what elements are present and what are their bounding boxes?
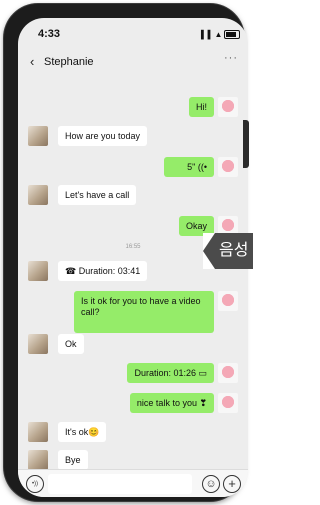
message-bubble-received[interactable]: How are you today [58, 126, 148, 146]
chat-header: ‹ Stephanie ··· [18, 52, 248, 74]
message-bubble-received[interactable]: It's ok😊 [58, 422, 107, 442]
my-avatar[interactable] [218, 157, 238, 177]
message-bubble-sent[interactable]: Hi! [189, 97, 214, 117]
back-icon[interactable]: ‹ [30, 54, 34, 69]
video-call-record-bubble[interactable]: Duration: 01:26 ▭ [127, 363, 214, 383]
message-bubble-received[interactable]: Ok [58, 334, 84, 354]
contact-avatar[interactable] [28, 185, 48, 205]
battery-icon [224, 30, 240, 39]
annotation-callout: 음성 [203, 233, 253, 269]
my-avatar[interactable] [218, 393, 238, 413]
contact-avatar[interactable] [28, 126, 48, 146]
contact-avatar[interactable] [28, 334, 48, 354]
message-bubble-received[interactable]: Let's have a call [58, 185, 137, 205]
my-avatar[interactable] [218, 291, 238, 311]
contact-avatar[interactable] [28, 422, 48, 442]
emoji-icon[interactable]: ☺ [202, 475, 220, 493]
side-button [243, 120, 249, 168]
call-record-bubble[interactable]: ☎ Duration: 03:41 [58, 261, 148, 281]
signal-wifi-icon: ▐▐ ▲ [198, 30, 224, 39]
my-avatar[interactable] [218, 97, 238, 117]
my-avatar[interactable] [218, 363, 238, 383]
input-bar: •)) ☺ + [18, 469, 248, 497]
contact-name: Stephanie [44, 56, 94, 68]
voice-input-icon[interactable]: •)) [26, 475, 44, 493]
more-options-icon[interactable]: ··· [224, 52, 238, 64]
message-bubble-sent[interactable]: Is it ok for you to have a video call? [74, 291, 214, 333]
contact-avatar[interactable] [28, 261, 48, 281]
message-input[interactable] [48, 474, 192, 494]
contact-avatar[interactable] [28, 450, 48, 470]
plus-icon[interactable]: + [223, 475, 241, 493]
message-bubble-sent[interactable]: nice talk to you ❣ [129, 393, 214, 413]
status-bar: 4:33 ▐▐ ▲ [18, 18, 248, 46]
message-bubble-received[interactable]: Bye [58, 450, 88, 470]
status-time: 4:33 [38, 28, 61, 40]
voice-message-bubble[interactable]: 5" ((• [164, 157, 214, 177]
